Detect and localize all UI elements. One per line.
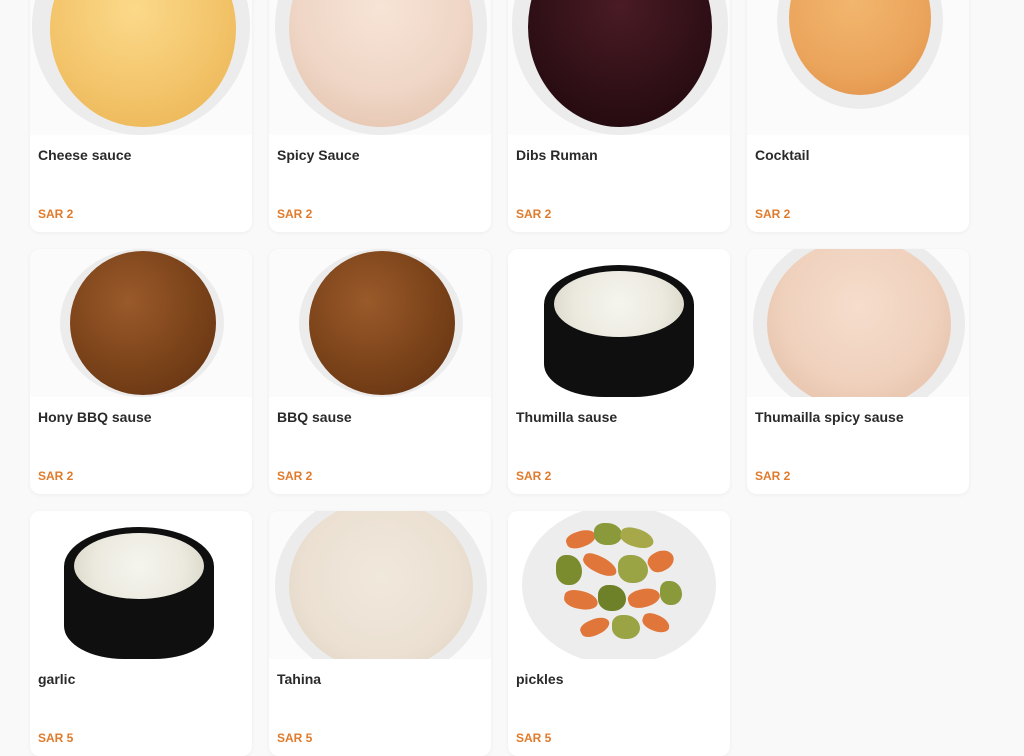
cheese-sauce-image	[30, 0, 252, 135]
product-price: SAR 5	[516, 731, 552, 745]
product-price: SAR 2	[277, 207, 313, 221]
product-name: Tahina	[277, 671, 322, 687]
product-card-bbq-sauce[interactable]: BBQ sause SAR 2	[269, 249, 491, 494]
product-card-cheese-sauce[interactable]: Cheese sauce SAR 2	[30, 0, 252, 232]
product-card-dibs-ruman[interactable]: Dibs Ruman SAR 2	[508, 0, 730, 232]
product-name: Dibs Ruman	[516, 147, 598, 163]
pickles-image	[508, 511, 730, 659]
product-name: BBQ sause	[277, 409, 352, 425]
product-name: Spicy Sauce	[277, 147, 360, 163]
bbq-sauce-image	[269, 249, 491, 397]
product-card-spicy-sauce[interactable]: Spicy Sauce SAR 2	[269, 0, 491, 232]
product-price: SAR 2	[516, 207, 552, 221]
garlic-sauce-image	[30, 511, 252, 659]
product-name: Cocktail	[755, 147, 810, 163]
product-card-tahina[interactable]: Tahina SAR 5	[269, 511, 491, 756]
product-grid: Cheese sauce SAR 2 Spicy Sauce SAR 2 Dib…	[30, 0, 969, 756]
product-name: Hony BBQ sause	[38, 409, 152, 425]
product-card-garlic[interactable]: garlic SAR 5	[30, 511, 252, 756]
thumilla-sauce-image	[508, 249, 730, 397]
product-price: SAR 2	[755, 207, 791, 221]
product-price: SAR 2	[516, 469, 552, 483]
product-price: SAR 2	[277, 469, 313, 483]
product-price: SAR 5	[277, 731, 313, 745]
product-name: pickles	[516, 671, 564, 687]
tahina-image	[269, 511, 491, 659]
honey-bbq-sauce-image	[30, 249, 252, 397]
dibs-ruman-image	[508, 0, 730, 135]
product-name: Cheese sauce	[38, 147, 132, 163]
product-card-cocktail[interactable]: Cocktail SAR 2	[747, 0, 969, 232]
product-price: SAR 2	[755, 469, 791, 483]
cocktail-sauce-image	[747, 0, 969, 135]
product-price: SAR 5	[38, 731, 74, 745]
product-price: SAR 2	[38, 207, 74, 221]
product-card-pickles[interactable]: pickles SAR 5	[508, 511, 730, 756]
spicy-sauce-image	[269, 0, 491, 135]
thumailla-spicy-sauce-image	[747, 249, 969, 397]
product-card-thumailla-spicy-sauce[interactable]: Thumailla spicy sause SAR 2	[747, 249, 969, 494]
product-name: Thumailla spicy sause	[755, 409, 904, 425]
product-card-thumilla-sauce[interactable]: Thumilla sause SAR 2	[508, 249, 730, 494]
product-name: garlic	[38, 671, 76, 687]
product-name: Thumilla sause	[516, 409, 618, 425]
product-price: SAR 2	[38, 469, 74, 483]
product-card-honey-bbq-sauce[interactable]: Hony BBQ sause SAR 2	[30, 249, 252, 494]
